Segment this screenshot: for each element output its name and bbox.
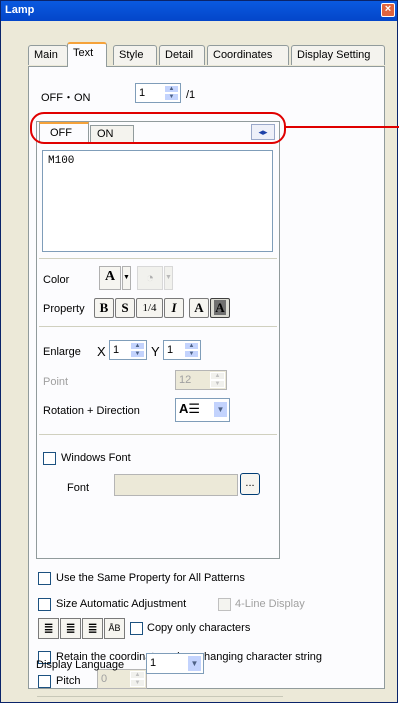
tab-coordinates[interactable]: Coordinates (207, 45, 289, 65)
close-icon[interactable]: × (381, 3, 395, 17)
italic-glyph: I (171, 300, 177, 315)
tab-display-setting[interactable]: Display Setting (291, 45, 385, 65)
tab-detail-label: Detail (165, 49, 194, 61)
quarter-glyph: 1/4 (142, 302, 157, 314)
property-label: Property (43, 303, 85, 315)
bold-glyph: B (99, 300, 109, 315)
tab-display-setting-label: Display Setting (297, 49, 371, 61)
enlarge-y-label: Y (151, 344, 160, 359)
size-auto-label: Size Automatic Adjustment (56, 598, 187, 610)
character-spacing-icon[interactable]: ÅB (104, 618, 125, 639)
rotation-label: Rotation + Direction (43, 405, 140, 417)
italic-button[interactable]: I (164, 298, 184, 318)
same-property-checkbox[interactable] (38, 572, 51, 585)
text-area-value: M100 (48, 155, 75, 167)
spin-up-icon[interactable]: ▲ (130, 671, 145, 679)
title-bar[interactable]: Lamp × (1, 1, 397, 21)
spin-down-icon[interactable]: ▼ (210, 380, 225, 388)
spin-down-icon[interactable]: ▼ (184, 350, 199, 358)
tab-detail[interactable]: Detail (159, 45, 205, 65)
four-line-checkbox[interactable] (218, 598, 231, 611)
font-label: Font (67, 482, 90, 494)
four-line-label: 4-Line Display (235, 598, 305, 610)
enlarge-x-label: X (97, 344, 106, 359)
shadow-button[interactable]: S (115, 298, 135, 318)
spin-down-icon[interactable]: ▼ (130, 679, 145, 687)
text-color-glyph: A (104, 269, 116, 284)
text-color-button[interactable]: A (99, 266, 121, 290)
text-color-dropdown-icon[interactable]: ▼ (122, 266, 131, 290)
display-language-select[interactable]: 1 ▼ (146, 653, 204, 674)
enlarge-label: Enlarge (43, 346, 81, 358)
align-right-icon[interactable]: ≣ (82, 618, 103, 639)
tab-main-label: Main (34, 49, 58, 61)
chevron-down-icon[interactable]: ▼ (213, 401, 228, 418)
quarter-size-button[interactable]: 1/4 (136, 298, 163, 318)
spin-down-icon[interactable]: ▼ (164, 93, 179, 101)
tab-style-label: Style (119, 49, 144, 61)
normal-display-button[interactable]: A (189, 298, 209, 318)
enlarge-x-value: 1 (113, 344, 120, 356)
spin-up-icon[interactable]: ▲ (184, 342, 199, 350)
text-input-area[interactable]: M100 (42, 150, 273, 252)
enlarge-y-value: 1 (167, 344, 174, 356)
windows-font-checkbox[interactable] (43, 452, 56, 465)
font-browse-button[interactable]: ... (240, 473, 260, 495)
text-tab-panel: OFF・ON 1 ▲ ▼ /1 OFF ON ◂▸ M100 Color A ▼ … (28, 66, 385, 689)
spin-down-icon[interactable]: ▼ (130, 350, 145, 358)
spin-up-icon[interactable]: ▲ (130, 342, 145, 350)
point-value: 12 (179, 374, 192, 386)
pitch-value: 0 (101, 673, 108, 685)
lamp-dialog: Lamp × Main Text Style Detail Coordinate… (0, 0, 398, 703)
background-color-palette-icon[interactable]: ◔ (137, 266, 163, 290)
enlarge-x-stepper[interactable]: 1 ▲ ▼ (109, 340, 147, 360)
background-color-dropdown-icon[interactable]: ▼ (164, 266, 173, 290)
callout-line (286, 126, 399, 128)
display-language-label: Display Language (36, 659, 125, 671)
rotation-select[interactable]: A☰ ▼ (175, 398, 230, 422)
divider (39, 434, 277, 435)
reverse-a-glyph: A (214, 300, 226, 315)
spin-up-icon[interactable]: ▲ (210, 372, 225, 380)
tab-coordinates-label: Coordinates (213, 49, 273, 61)
size-auto-checkbox[interactable] (38, 598, 51, 611)
bold-button[interactable]: B (94, 298, 114, 318)
align-center-icon[interactable]: ≣ (60, 618, 81, 639)
reverse-display-button[interactable]: A (210, 298, 230, 318)
tab-main[interactable]: Main (28, 45, 68, 65)
shadow-glyph: S (121, 300, 129, 315)
pitch-stepper[interactable]: 0 ▲ ▼ (97, 669, 147, 689)
point-label: Point (43, 376, 69, 388)
offon-value: 1 (139, 87, 146, 99)
color-label: Color (43, 274, 70, 286)
copy-only-label: Copy only characters (147, 622, 251, 634)
pitch-label: Pitch (56, 675, 81, 687)
font-browse-label: ... (245, 477, 255, 489)
pattern-group: OFF ON ◂▸ M100 Color A ▼ ◔ ▼ Property B … (36, 121, 280, 559)
enlarge-y-stepper[interactable]: 1 ▲ ▼ (163, 340, 201, 360)
tab-style[interactable]: Style (113, 45, 157, 65)
highlight-ring (30, 112, 286, 144)
offon-stepper[interactable]: 1 ▲ ▼ (135, 83, 181, 103)
offon-label: OFF・ON (41, 92, 91, 104)
chevron-down-icon[interactable]: ▼ (187, 655, 202, 672)
divider (39, 258, 277, 259)
window-title: Lamp (5, 4, 35, 16)
point-stepper[interactable]: 12 ▲ ▼ (175, 370, 227, 390)
divider (37, 696, 283, 697)
spin-up-icon[interactable]: ▲ (164, 85, 179, 93)
tab-text-label: Text (73, 47, 94, 59)
font-field[interactable] (114, 474, 238, 496)
copy-only-checkbox[interactable] (130, 622, 143, 635)
text-direction-icon: A☰ (179, 401, 201, 416)
divider (39, 326, 277, 327)
same-property-label: Use the Same Property for All Patterns (56, 572, 245, 584)
tab-text[interactable]: Text (67, 42, 107, 67)
align-left-icon[interactable]: ≣ (38, 618, 59, 639)
offon-suffix: /1 (186, 89, 196, 101)
display-language-value: 1 (150, 657, 157, 669)
normal-a-glyph: A (194, 300, 204, 315)
windows-font-label: Windows Font (61, 452, 131, 464)
pitch-checkbox[interactable] (38, 675, 51, 688)
